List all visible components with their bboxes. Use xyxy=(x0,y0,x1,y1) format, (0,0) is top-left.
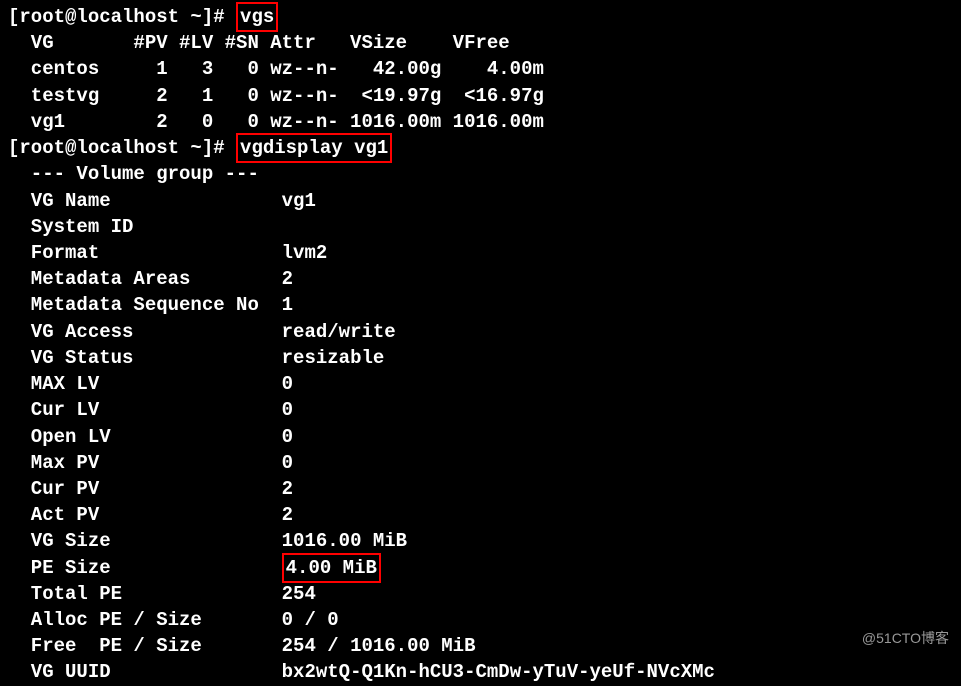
vgdisplay-value: read/write xyxy=(282,321,396,343)
vgdisplay-label: Cur PV xyxy=(8,478,282,500)
terminal-line: VG Name vg1 xyxy=(8,188,953,214)
terminal-line: Total PE 254 xyxy=(8,581,953,607)
vgs-row: testvg 2 1 0 wz--n- <19.97g <16.97g xyxy=(8,85,544,107)
vgdisplay-label: VG Name xyxy=(8,190,282,212)
vgdisplay-label: VG Status xyxy=(8,347,282,369)
terminal-line: Act PV 2 xyxy=(8,502,953,528)
vgdisplay-label: Act PV xyxy=(8,504,282,526)
vgdisplay-value: 0 xyxy=(282,426,293,448)
vgdisplay-value: 1 xyxy=(282,294,293,316)
vgdisplay-label: Metadata Sequence No xyxy=(8,294,282,316)
terminal-line: System ID xyxy=(8,214,953,240)
vgdisplay-label: VG Access xyxy=(8,321,282,343)
vgdisplay-header: --- Volume group --- xyxy=(8,163,259,185)
vgdisplay-label: Open LV xyxy=(8,426,282,448)
terminal-line: VG Access read/write xyxy=(8,319,953,345)
vgdisplay-value: 0 xyxy=(282,373,293,395)
vgdisplay-label: Format xyxy=(8,242,282,264)
vgs-header: VG #PV #LV #SN Attr VSize VFree xyxy=(8,32,510,54)
vgdisplay-value: 0 xyxy=(282,452,293,474)
terminal-line: Open LV 0 xyxy=(8,424,953,450)
vgdisplay-value: bx2wtQ-Q1Kn-hCU3-CmDw-yTuV-yeUf-NVcXMc xyxy=(282,661,715,683)
vgdisplay-value: 0 xyxy=(282,399,293,421)
terminal-line: VG Status resizable xyxy=(8,345,953,371)
vgdisplay-value: 2 xyxy=(282,504,293,526)
watermark-text: @51CTO博客 xyxy=(862,629,949,648)
vgdisplay-label: MAX LV xyxy=(8,373,282,395)
terminal-line: Cur LV 0 xyxy=(8,397,953,423)
vgdisplay-label: Alloc PE / Size xyxy=(8,609,282,631)
terminal-line: VG UUID bx2wtQ-Q1Kn-hCU3-CmDw-yTuV-yeUf-… xyxy=(8,659,953,685)
command-vgs: vgs xyxy=(236,2,278,32)
shell-prompt: [root@localhost ~]# xyxy=(8,6,236,28)
command-vgdisplay: vgdisplay vg1 xyxy=(236,133,392,163)
vgdisplay-label: Metadata Areas xyxy=(8,268,282,290)
vgs-row: vg1 2 0 0 wz--n- 1016.00m 1016.00m xyxy=(8,111,544,133)
terminal-line: Format lvm2 xyxy=(8,240,953,266)
terminal-line: VG #PV #LV #SN Attr VSize VFree xyxy=(8,30,953,56)
terminal-line: Cur PV 2 xyxy=(8,476,953,502)
terminal-line: VG Size 1016.00 MiB xyxy=(8,528,953,554)
vgdisplay-value: lvm2 xyxy=(282,242,328,264)
vgdisplay-label: VG UUID xyxy=(8,661,282,683)
vgdisplay-label: Free PE / Size xyxy=(8,635,282,657)
vgdisplay-value: resizable xyxy=(282,347,385,369)
terminal-line: Alloc PE / Size 0 / 0 xyxy=(8,607,953,633)
vgdisplay-value: 2 xyxy=(282,478,293,500)
terminal-line: [root@localhost ~]# vgs xyxy=(8,4,953,30)
vgdisplay-value: 2 xyxy=(282,268,293,290)
vgdisplay-label: System ID xyxy=(8,216,282,238)
terminal-line: Metadata Sequence No 1 xyxy=(8,292,953,318)
terminal-line: centos 1 3 0 wz--n- 42.00g 4.00m xyxy=(8,56,953,82)
terminal-line: vg1 2 0 0 wz--n- 1016.00m 1016.00m xyxy=(8,109,953,135)
vgdisplay-label: VG Size xyxy=(8,530,282,552)
terminal-line: Metadata Areas 2 xyxy=(8,266,953,292)
vgdisplay-value: 254 xyxy=(282,583,316,605)
vgdisplay-label: Max PV xyxy=(8,452,282,474)
vgdisplay-value: vg1 xyxy=(282,190,316,212)
shell-prompt: [root@localhost ~]# xyxy=(8,137,236,159)
vgdisplay-label: Cur LV xyxy=(8,399,282,421)
pe-size-value: 4.00 MiB xyxy=(282,553,381,583)
terminal-line: Max PV 0 xyxy=(8,450,953,476)
terminal-line: [root@localhost ~]# vgdisplay vg1 xyxy=(8,135,953,161)
terminal-line: MAX LV 0 xyxy=(8,371,953,397)
vgdisplay-value: 254 / 1016.00 MiB xyxy=(282,635,476,657)
vgdisplay-value: 1016.00 MiB xyxy=(282,530,407,552)
vgs-row: centos 1 3 0 wz--n- 42.00g 4.00m xyxy=(8,58,544,80)
vgdisplay-label: Total PE xyxy=(8,583,282,605)
terminal-line: --- Volume group --- xyxy=(8,161,953,187)
vgdisplay-value: 0 / 0 xyxy=(282,609,339,631)
terminal-line: Free PE / Size 254 / 1016.00 MiB xyxy=(8,633,953,659)
terminal-line: PE Size 4.00 MiB xyxy=(8,555,953,581)
terminal-output: [root@localhost ~]# vgs VG #PV #LV #SN A… xyxy=(8,4,953,686)
vgdisplay-label: PE Size xyxy=(8,557,282,579)
terminal-line: testvg 2 1 0 wz--n- <19.97g <16.97g xyxy=(8,83,953,109)
